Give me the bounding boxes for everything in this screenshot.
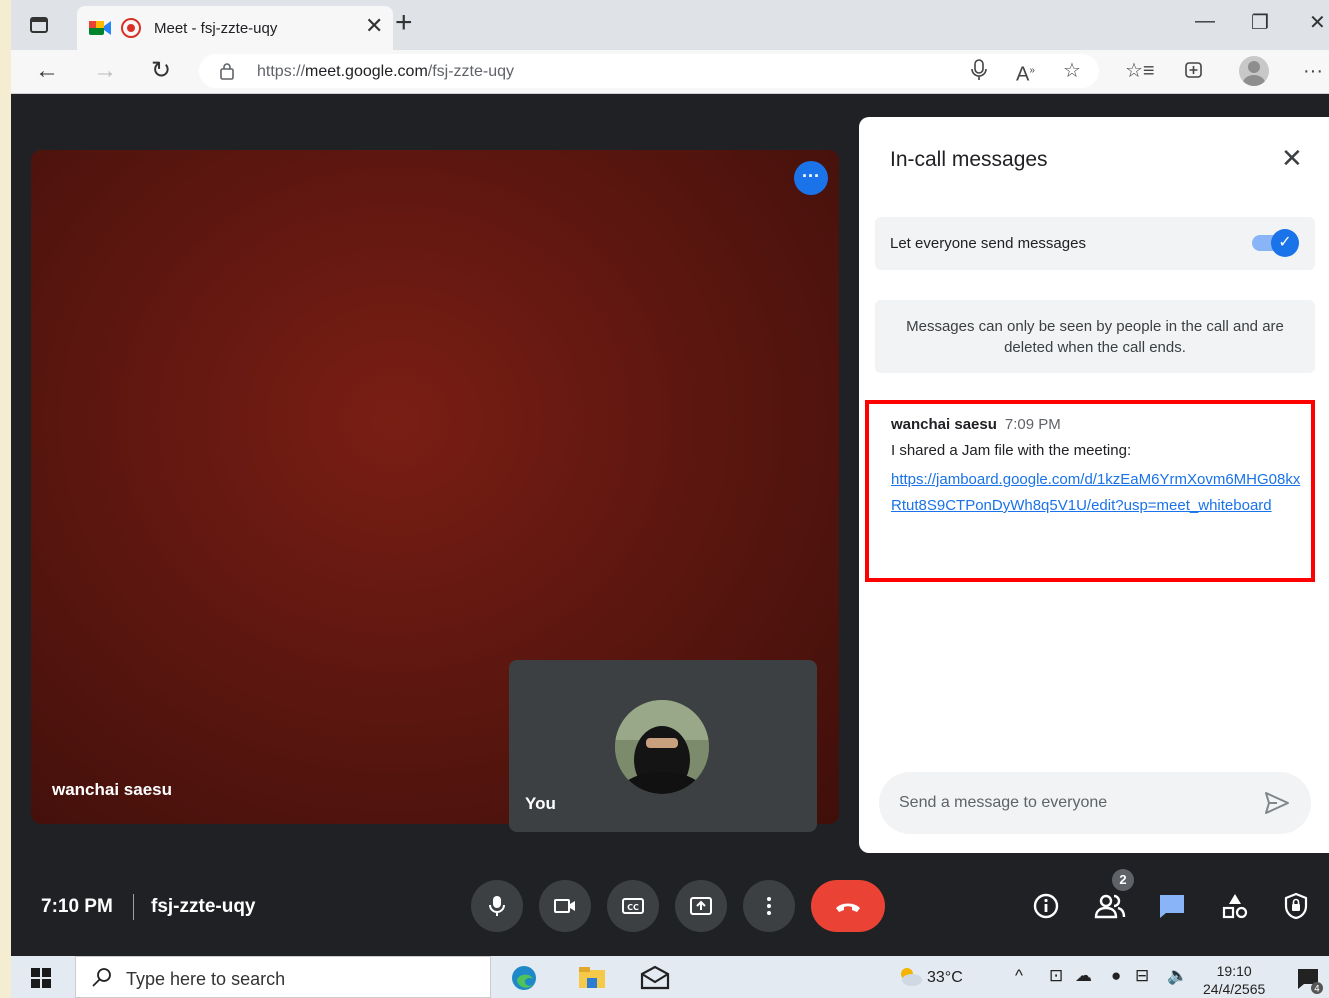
windows-taskbar: Type here to search 33°C ^ ⊡ ☁ ● ⊟ 🔈 19:… (11, 956, 1329, 998)
activities-icon[interactable] (1221, 892, 1249, 920)
microphone-icon (489, 896, 505, 916)
mail-icon[interactable] (639, 964, 671, 992)
info-notice: Messages can only be seen by people in t… (875, 300, 1315, 373)
url-text: https://meet.google.com/fsj-zzte-uqy (257, 63, 515, 80)
onedrive-icon[interactable]: ☁ (1075, 966, 1092, 986)
meeting-code: fsj-zzte-uqy (151, 896, 256, 917)
forward-icon[interactable]: → (93, 56, 117, 86)
recording-icon (121, 18, 141, 38)
info-text: Messages can only be seen by people in t… (906, 318, 1284, 356)
message-time: 7:09 PM (1004, 416, 1061, 433)
clock-date: 24/4/2565 (1203, 981, 1266, 997)
call-control-bar: 7:10 PM fsj-zzte-uqy CC 2 (11, 856, 1329, 956)
microphone-icon[interactable] (969, 58, 989, 82)
minimize-icon[interactable]: — (1195, 10, 1215, 33)
lock-icon[interactable] (219, 62, 235, 80)
message-text: I shared a Jam file with the meeting: (891, 442, 1132, 459)
collections-icon[interactable] (1183, 58, 1205, 80)
svg-text:CC: CC (627, 903, 639, 912)
end-call-button[interactable] (811, 880, 885, 932)
captions-icon: CC (622, 898, 644, 914)
toggle-label: Let everyone send messages (890, 235, 1086, 252)
tab-actions-icon[interactable] (29, 15, 49, 35)
screen: Meet - fsj-zzte-uqy ✕ + — ❐ ✕ ← → ↻ http… (11, 0, 1329, 998)
jamboard-link[interactable]: https://jamboard.google.com/d/1kzEaM6Yrm… (891, 467, 1301, 519)
address-bar: ← → ↻ https://meet.google.com/fsj-zzte-u… (11, 50, 1329, 94)
close-window-icon[interactable]: ✕ (1309, 10, 1326, 35)
present-button[interactable] (675, 880, 727, 932)
present-screen-icon (690, 897, 712, 915)
message-sender: wanchai saesu (891, 416, 997, 433)
url-field[interactable]: https://meet.google.com/fsj-zzte-uqy (199, 54, 1099, 88)
captions-button[interactable]: CC (607, 880, 659, 932)
message-input[interactable] (899, 790, 1249, 816)
close-tab-icon[interactable]: ✕ (365, 15, 383, 37)
weather-text: 33°C (927, 969, 963, 986)
taskbar-search-placeholder: Type here to search (126, 969, 286, 989)
chat-message: wanchai saesu 7:09 PM I shared a Jam file… (865, 400, 1315, 582)
edge-browser-icon[interactable] (509, 964, 539, 992)
search-icon (92, 968, 111, 987)
notification-count: 4 (1314, 985, 1320, 995)
message-composer (879, 772, 1311, 834)
favorites-icon[interactable]: ☆≡ (1125, 58, 1155, 84)
send-messages-setting: Let everyone send messages ✓ (875, 217, 1315, 270)
add-favorite-icon[interactable]: ☆ (1063, 58, 1081, 84)
microphone-button[interactable] (471, 880, 523, 932)
windows-start-icon[interactable] (31, 968, 51, 988)
tile-options-button[interactable]: ··· (794, 161, 828, 195)
show-hidden-icons-icon[interactable]: ^ (1015, 966, 1023, 986)
network-icon[interactable]: ⊟ (1135, 966, 1149, 986)
file-explorer-icon[interactable] (577, 964, 607, 992)
meeting-details-icon[interactable] (1032, 892, 1060, 920)
restore-icon[interactable]: ❐ (1251, 10, 1269, 35)
weather-icon (901, 968, 922, 986)
back-icon[interactable]: ← (35, 56, 59, 86)
toggle-switch[interactable]: ✓ (1271, 229, 1299, 257)
panel-title: In-call messages (890, 148, 1048, 171)
people-count-badge: 2 (1112, 869, 1134, 891)
self-label: You (525, 794, 556, 813)
chat-icon[interactable] (1157, 892, 1187, 920)
profile-avatar[interactable] (1239, 56, 1269, 86)
in-call-messages-panel: In-call messages ✕ Let everyone send mes… (859, 117, 1329, 853)
camera-icon (554, 899, 575, 913)
refresh-icon[interactable]: ↻ (151, 56, 171, 86)
hang-up-icon (836, 903, 860, 912)
camera-button[interactable] (539, 880, 591, 932)
more-menu-icon[interactable]: ··· (1303, 58, 1323, 84)
call-time: 7:10 PM (41, 896, 113, 917)
taskbar-clock[interactable]: 19:10 24/4/2565 (1203, 962, 1265, 998)
clock-time: 19:10 (1216, 963, 1252, 979)
browser-tab-bar: Meet - fsj-zzte-uqy ✕ + — ❐ ✕ (11, 0, 1329, 50)
self-avatar (615, 700, 709, 794)
more-vertical-icon (767, 897, 771, 915)
people-icon[interactable] (1093, 892, 1127, 920)
host-controls-icon[interactable] (1283, 892, 1309, 920)
more-options-button[interactable] (743, 880, 795, 932)
notifications-icon[interactable]: 4 (1295, 966, 1323, 994)
self-video-tile: You (509, 660, 817, 832)
divider (133, 894, 134, 920)
read-aloud-icon[interactable]: A» (1016, 58, 1035, 88)
taskbar-search-box[interactable]: Type here to search (75, 956, 491, 998)
send-icon[interactable] (1263, 790, 1291, 816)
meet-logo-icon (89, 21, 111, 35)
message-header: wanchai saesu 7:09 PM (891, 416, 1061, 433)
microphone-tray-icon[interactable]: ● (1111, 966, 1121, 986)
tab-title: Meet - fsj-zzte-uqy (154, 20, 278, 37)
meet-tray-icon[interactable]: ⊡ (1049, 966, 1063, 986)
close-panel-icon[interactable]: ✕ (1281, 143, 1303, 173)
volume-icon[interactable]: 🔈 (1167, 966, 1188, 986)
browser-tab[interactable]: Meet - fsj-zzte-uqy ✕ (77, 6, 393, 50)
participant-name: wanchai saesu (52, 780, 173, 799)
new-tab-icon[interactable]: + (395, 8, 413, 38)
